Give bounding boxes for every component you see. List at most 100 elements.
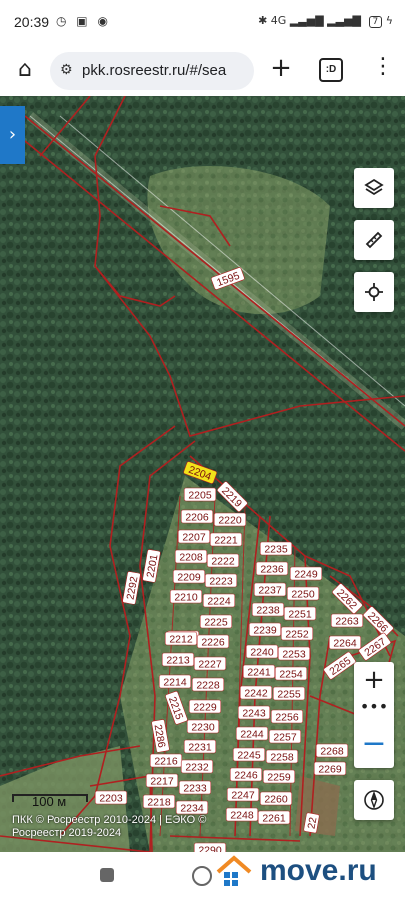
url-text[interactable]: pkk.rosreestr.ru/#/sea [82, 62, 248, 79]
tabs-button[interactable]: :D [319, 58, 343, 82]
parcel-label[interactable]: 2229 [188, 699, 222, 714]
parcel-number: 2210 [174, 592, 198, 604]
parcel-label[interactable]: 2233 [178, 780, 212, 795]
parcel-label[interactable]: 2236 [255, 561, 289, 576]
chevron-right-icon[interactable]: › [0, 106, 25, 164]
parcel-number: 2268 [320, 746, 344, 758]
compass-button[interactable] [354, 780, 394, 820]
parcel-label[interactable]: 2223 [204, 573, 238, 588]
parcel-label[interactable]: 2259 [262, 769, 296, 784]
parcel-label[interactable]: 2222 [206, 553, 240, 568]
overflow-menu-icon[interactable]: ⋮ [372, 54, 394, 82]
parcel-number: 2255 [277, 689, 301, 701]
parcel-label[interactable]: 2243 [237, 705, 271, 720]
parcel-label[interactable]: 2205 [183, 487, 217, 502]
parcel-label[interactable]: 2221 [209, 532, 243, 547]
parcel-number: 22 [306, 816, 320, 830]
parcel-label[interactable]: 2214 [158, 674, 192, 689]
parcel-label[interactable]: 2235 [259, 541, 293, 556]
parcel-label[interactable]: 2238 [251, 602, 285, 617]
parcel-label[interactable]: 2217 [145, 773, 179, 788]
parcel-label[interactable]: 2239 [248, 622, 282, 637]
map-view[interactable]: 1595 2204 2205 2219 2206 2220 2207 2221 2208 2222… [0, 96, 405, 852]
parcel-label[interactable]: 2263 [330, 613, 364, 628]
parcel-label[interactable]: 2232 [180, 759, 214, 774]
parcel-label[interactable]: 2260 [259, 791, 293, 806]
layers-icon [364, 178, 384, 196]
locate-button[interactable] [354, 272, 394, 312]
parcel-label[interactable]: 2240 [245, 644, 279, 659]
parcel-label[interactable]: 2253 [277, 646, 311, 661]
parcel-label[interactable]: 2242 [239, 685, 273, 700]
parcel-label[interactable]: 2252 [280, 626, 314, 641]
parcel-label[interactable]: 2218 [142, 794, 176, 809]
parcel-label[interactable]: 2209 [172, 569, 206, 584]
recent-apps-button[interactable] [100, 868, 114, 882]
parcel-label[interactable]: 2247 [226, 787, 260, 802]
home-icon[interactable]: ⌂ [11, 56, 39, 84]
parcel-label[interactable]: 2210 [169, 589, 203, 604]
parcel-label[interactable]: 2208 [174, 549, 208, 564]
parcel-label[interactable]: 2212 [164, 631, 198, 646]
parcel-label[interactable]: 2264 [328, 635, 362, 650]
parcel-label[interactable]: 2251 [283, 606, 317, 621]
parcel-number: 2253 [282, 649, 306, 661]
parcel-label[interactable]: 2249 [289, 566, 323, 581]
parcel-label[interactable]: 2254 [274, 666, 308, 681]
parcel-number: 2205 [188, 490, 212, 502]
parcel-number: 2241 [247, 667, 271, 679]
parcel-number: 2240 [250, 647, 274, 659]
parcel-label[interactable]: 2237 [253, 582, 287, 597]
parcel-number: 2242 [244, 688, 268, 700]
parcel-label[interactable]: 2224 [202, 593, 236, 608]
parcel-label[interactable]: 2231 [183, 739, 217, 754]
bluetooth-icon: ✱ [258, 14, 268, 27]
parcel-label[interactable]: 2206 [180, 509, 214, 524]
parcel-label[interactable]: 2203 [94, 790, 128, 805]
layers-button[interactable] [354, 168, 394, 208]
parcel-label[interactable]: 2241 [242, 664, 276, 679]
measure-button[interactable] [354, 220, 394, 260]
new-tab-button[interactable]: + [267, 54, 295, 82]
parcel-label[interactable]: 2230 [186, 719, 220, 734]
parcel-label[interactable]: 2246 [229, 767, 263, 782]
more-options-icon[interactable]: ••• [354, 698, 394, 724]
zoom-in-button[interactable]: + [354, 662, 394, 698]
zoom-out-button[interactable]: − [354, 724, 394, 768]
parcel-label[interactable]: 2220 [213, 512, 247, 527]
parcel-label[interactable]: 2225 [199, 614, 233, 629]
parcel-label[interactable]: 2234 [175, 800, 209, 815]
signal-icon: ▂▃▅▇ ▂▃▅▇ [289, 14, 361, 27]
parcel-label[interactable]: 2261 [257, 810, 291, 825]
parcel-label[interactable]: 2213 [161, 652, 195, 667]
parcel-label[interactable]: 2226 [196, 634, 230, 649]
parcel-label[interactable]: 2207 [177, 529, 211, 544]
parcel-label[interactable]: 2244 [235, 726, 269, 741]
parcel-number: 2208 [179, 552, 203, 564]
parcel-label[interactable]: 2257 [268, 729, 302, 744]
parcel-number: 2251 [288, 609, 312, 621]
watermark-text: move.ru [260, 854, 377, 887]
parcel-label[interactable]: 2258 [265, 749, 299, 764]
parcel-number: 2236 [260, 564, 284, 576]
parcel-number: 2230 [191, 722, 215, 734]
address-bar[interactable]: ⚙ pkk.rosreestr.ru/#/sea [50, 52, 254, 90]
site-settings-icon[interactable]: ⚙ [60, 62, 73, 78]
parcel-label[interactable]: 2250 [286, 586, 320, 601]
satellite-map[interactable]: 159522042205 22192206 22202207 22212208 2222… [0, 96, 405, 852]
parcel-label[interactable]: 2245 [232, 747, 266, 762]
copyright-line-2: Росреестр 2019-2024 [12, 827, 122, 839]
parcel-label[interactable]: 2255 [272, 686, 306, 701]
parcel-label[interactable]: 2256 [270, 709, 304, 724]
parcel-label[interactable]: 2228 [191, 677, 225, 692]
parcel-label[interactable]: 2269 [313, 761, 347, 776]
signal-type: 4G [270, 14, 287, 27]
parcel-number: 2239 [253, 625, 277, 637]
parcel-label[interactable]: 2216 [149, 753, 183, 768]
zoom-controls: + ••• − [354, 662, 394, 768]
parcel-number: 2256 [275, 712, 299, 724]
parcel-label[interactable]: 2227 [193, 656, 227, 671]
home-nav-button[interactable] [192, 866, 212, 886]
parcel-label[interactable]: 2268 [315, 743, 349, 758]
parcel-number: 2224 [207, 596, 231, 608]
